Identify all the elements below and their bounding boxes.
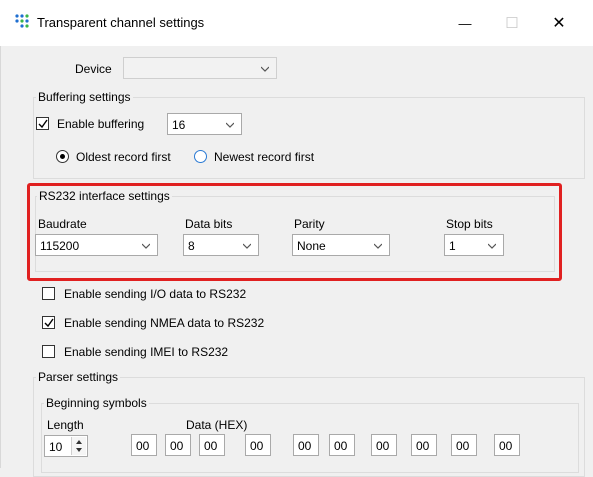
stopbits-label: Stop bits [446, 217, 493, 231]
length-label: Length [47, 418, 84, 432]
chevron-down-icon [243, 243, 251, 249]
window-title: Transparent channel settings [37, 15, 205, 30]
buffer-size-value: 16 [172, 118, 186, 132]
length-stepper[interactable]: 10 [44, 435, 88, 457]
databits-dropdown[interactable]: 8 [183, 234, 259, 256]
device-label: Device [75, 62, 112, 76]
app-icon [15, 14, 29, 28]
check-icon [44, 318, 54, 328]
device-dropdown[interactable] [123, 57, 277, 79]
baudrate-label: Baudrate [38, 217, 87, 231]
parity-dropdown[interactable]: None [292, 234, 390, 256]
enable-buffering-label: Enable buffering [57, 117, 145, 131]
minimize-button[interactable]: — [442, 8, 488, 38]
baudrate-value: 115200 [40, 239, 80, 253]
oldest-record-radio[interactable] [56, 150, 69, 163]
chevron-down-icon [488, 243, 496, 249]
chevron-down-icon [142, 243, 150, 249]
buffering-group [33, 97, 585, 179]
minimize-icon: — [458, 15, 472, 31]
parser-group-title: Parser settings [36, 370, 121, 384]
check-icon [38, 119, 48, 129]
hex-byte-2[interactable]: 00 [165, 434, 191, 456]
hex-byte-3[interactable]: 00 [199, 434, 225, 456]
chevron-down-icon [261, 66, 269, 72]
length-value: 10 [49, 440, 63, 454]
rs232-group-title: RS232 interface settings [37, 189, 172, 203]
baudrate-dropdown[interactable]: 115200 [35, 234, 158, 256]
hex-byte-5[interactable]: 00 [293, 434, 319, 456]
oldest-record-label: Oldest record first [76, 150, 171, 164]
close-button[interactable]: ✕ [536, 8, 582, 38]
databits-label: Data bits [185, 217, 233, 231]
send-imei-checkbox[interactable] [42, 345, 55, 358]
beginning-symbols-title: Beginning symbols [44, 396, 149, 410]
hex-byte-7[interactable]: 00 [371, 434, 397, 456]
hex-byte-4[interactable]: 00 [245, 434, 271, 456]
hex-byte-10[interactable]: 00 [494, 434, 520, 456]
hex-byte-8[interactable]: 00 [411, 434, 437, 456]
maximize-button: ☐ [489, 8, 535, 38]
stepper-buttons[interactable] [71, 437, 86, 455]
hex-byte-1[interactable]: 00 [131, 434, 157, 456]
spin-arrows-icon [76, 440, 82, 452]
send-io-checkbox[interactable] [42, 287, 55, 300]
hex-byte-6[interactable]: 00 [329, 434, 355, 456]
newest-record-label: Newest record first [214, 150, 315, 164]
newest-record-radio[interactable] [194, 150, 207, 163]
parity-label: Parity [294, 217, 325, 231]
parity-value: None [297, 239, 326, 253]
data-hex-label: Data (HEX) [186, 418, 248, 432]
send-nmea-checkbox[interactable] [42, 316, 55, 329]
chevron-down-icon [226, 122, 234, 128]
send-nmea-label: Enable sending NMEA data to RS232 [64, 316, 265, 330]
enable-buffering-checkbox[interactable] [36, 117, 49, 130]
buffering-group-title: Buffering settings [36, 90, 133, 104]
buffer-size-dropdown[interactable]: 16 [167, 113, 242, 135]
chevron-down-icon [374, 243, 382, 249]
title-bar: Transparent channel settings — ☐ ✕ [0, 0, 593, 46]
maximize-icon: ☐ [505, 15, 519, 32]
hex-byte-9[interactable]: 00 [451, 434, 477, 456]
stopbits-dropdown[interactable]: 1 [444, 234, 504, 256]
close-icon: ✕ [552, 15, 566, 32]
stopbits-value: 1 [449, 239, 456, 253]
send-imei-label: Enable sending IMEI to RS232 [64, 345, 229, 359]
send-io-label: Enable sending I/O data to RS232 [64, 287, 247, 301]
databits-value: 8 [188, 239, 195, 253]
